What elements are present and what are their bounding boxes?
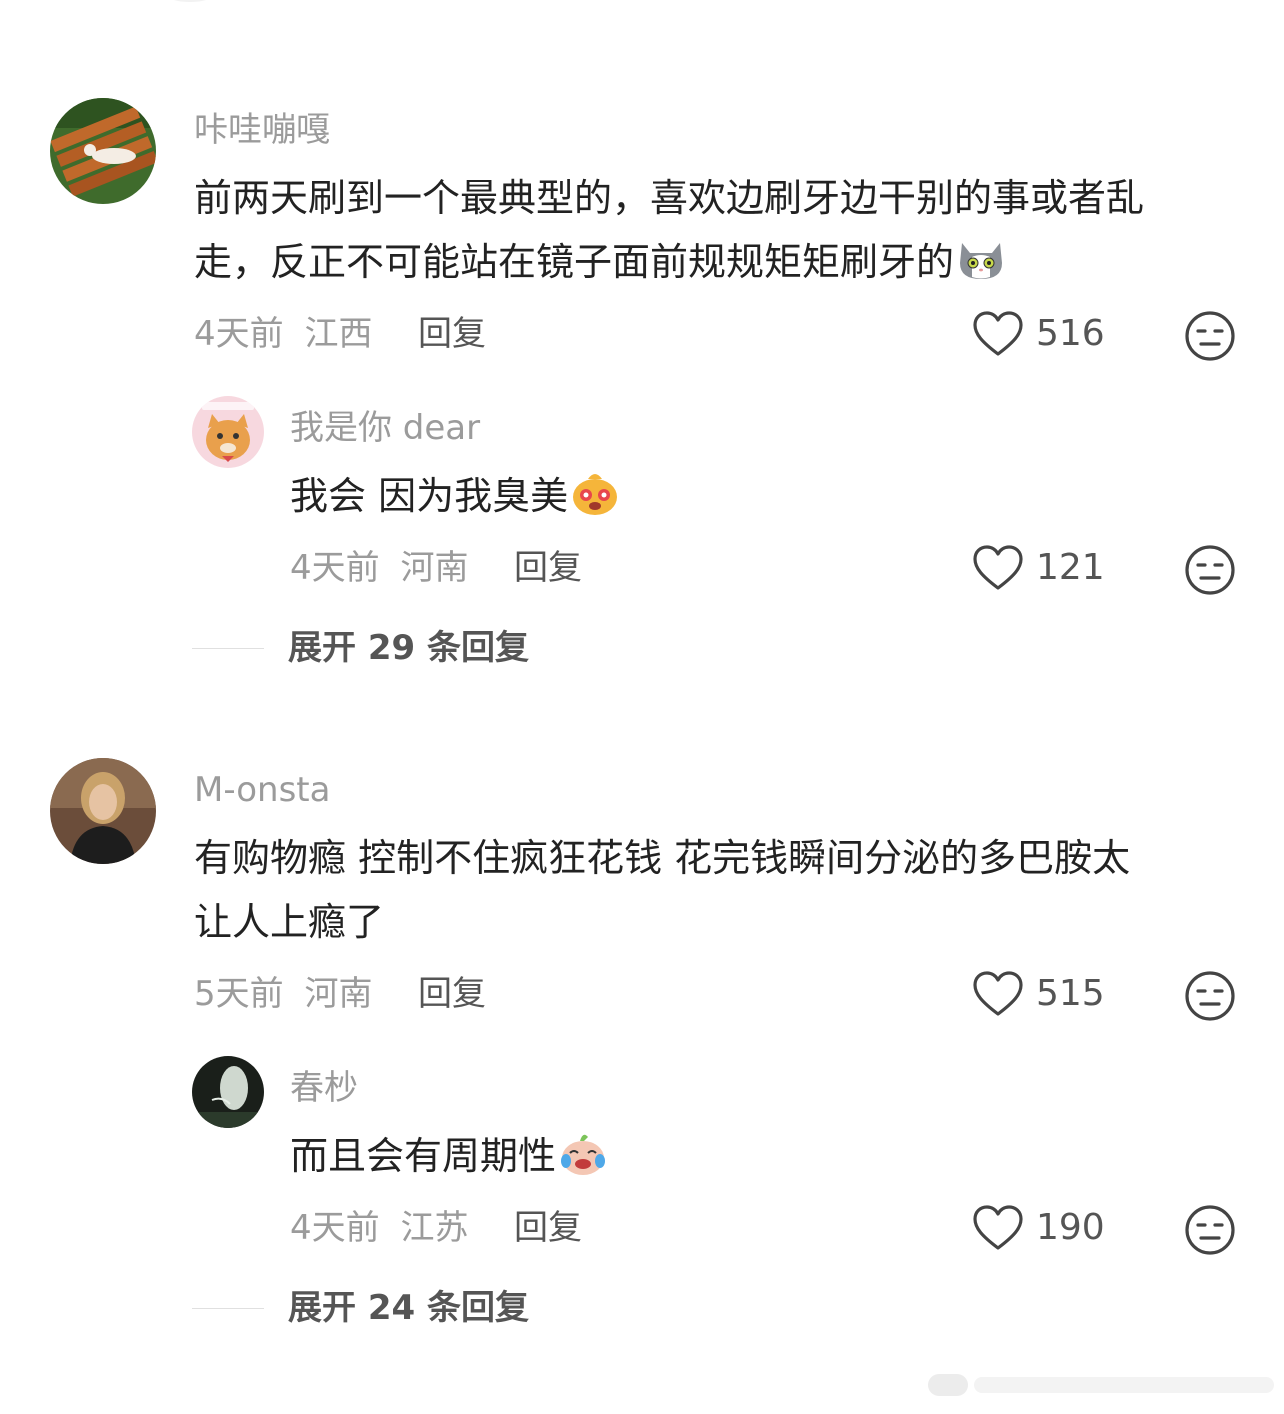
comment-location: 河南 bbox=[304, 974, 373, 1014]
reply-button[interactable]: 回复 bbox=[418, 972, 486, 1016]
reply-username[interactable]: 我是你 dear bbox=[290, 406, 480, 450]
reply-text: 而且会有周期性 bbox=[290, 1124, 608, 1188]
reply-location: 河南 bbox=[400, 548, 469, 588]
avatar[interactable] bbox=[50, 98, 156, 204]
reply-text: 我会 因为我臭美 bbox=[290, 464, 620, 528]
comment-text-line: 前两天刷到一个最典型的，喜欢边刷牙边干别的事或者乱 bbox=[194, 176, 1145, 220]
comment-location: 江西 bbox=[304, 314, 373, 354]
like-button[interactable]: 121 bbox=[972, 544, 1105, 592]
like-button[interactable]: 190 bbox=[972, 1204, 1105, 1252]
dislike-button[interactable] bbox=[1184, 970, 1236, 1022]
dislike-button[interactable] bbox=[1184, 544, 1236, 596]
reply-avatar[interactable] bbox=[192, 1056, 264, 1128]
comment-meta: 5天前 河南 bbox=[194, 972, 372, 1016]
comment-time: 4天前 bbox=[194, 314, 284, 354]
reply-username[interactable]: 春杪 bbox=[290, 1066, 358, 1110]
neutral-face-icon bbox=[1185, 311, 1235, 361]
reply-time: 4天前 bbox=[290, 1208, 380, 1248]
like-button[interactable]: 516 bbox=[972, 310, 1105, 358]
watermark bbox=[928, 1370, 1274, 1400]
laugh-cry-emoji bbox=[558, 1127, 608, 1177]
dislike-button[interactable] bbox=[1184, 310, 1236, 362]
expand-replies-label: 展开 24 条回复 bbox=[288, 1288, 529, 1328]
comment-meta: 4天前 江西 bbox=[194, 312, 372, 356]
reply-button[interactable]: 回复 bbox=[514, 546, 582, 590]
divider-line bbox=[192, 647, 264, 649]
comment-text: 有购物瘾 控制不住疯狂花钱 花完钱瞬间分泌的多巴胺太 让人上瘾了 bbox=[194, 826, 1130, 954]
reply-text-span: 而且会有周期性 bbox=[290, 1134, 557, 1178]
comment-username[interactable]: M-onsta bbox=[194, 768, 330, 812]
cat-face-emoji bbox=[956, 233, 1006, 283]
expand-replies-label: 展开 29 条回复 bbox=[288, 628, 529, 668]
reply-time: 4天前 bbox=[290, 548, 380, 588]
expand-replies-button[interactable]: 展开 24 条回复 bbox=[192, 1286, 529, 1330]
heart-outline-icon bbox=[973, 311, 1023, 356]
like-button[interactable]: 515 bbox=[972, 970, 1105, 1018]
neutral-face-icon bbox=[1185, 971, 1235, 1021]
neutral-face-icon bbox=[1185, 545, 1235, 595]
dislike-button[interactable] bbox=[1184, 1204, 1236, 1256]
watermark-bar bbox=[974, 1377, 1274, 1393]
comment-text-span: 走，反正不可能站在镜子面前规规矩矩刷牙的 bbox=[194, 240, 955, 284]
avatar[interactable] bbox=[50, 758, 156, 864]
comment-text-line: 有购物瘾 控制不住疯狂花钱 花完钱瞬间分泌的多巴胺太 bbox=[194, 836, 1131, 880]
reply-button[interactable]: 回复 bbox=[514, 1206, 582, 1250]
reply-location: 江苏 bbox=[400, 1208, 469, 1248]
comment-text-line: 让人上瘾了 bbox=[194, 900, 385, 944]
comment-text: 前两天刷到一个最典型的，喜欢边刷牙边干别的事或者乱 走，反正不可能站在镜子面前规… bbox=[194, 166, 1144, 294]
divider-line bbox=[192, 1307, 264, 1309]
reply-button[interactable]: 回复 bbox=[418, 312, 486, 356]
heart-outline-icon bbox=[973, 545, 1023, 590]
reply-avatar[interactable] bbox=[192, 396, 264, 468]
reply-meta: 4天前 河南 bbox=[290, 546, 468, 590]
comment-time: 5天前 bbox=[194, 974, 284, 1014]
like-count: 516 bbox=[1036, 313, 1105, 354]
heart-outline-icon bbox=[973, 971, 1023, 1016]
reply-meta: 4天前 江苏 bbox=[290, 1206, 468, 1250]
like-count: 190 bbox=[1036, 1207, 1105, 1248]
star-eyes-emoji bbox=[570, 467, 620, 517]
watermark-logo bbox=[928, 1374, 968, 1396]
comment-text-line: 走，反正不可能站在镜子面前规规矩矩刷牙的 bbox=[194, 230, 1144, 294]
previous-avatar-edge bbox=[170, 0, 210, 2]
reply-text-span: 我会 因为我臭美 bbox=[290, 474, 569, 518]
comment-username[interactable]: 咔哇嘣嘎 bbox=[194, 108, 330, 152]
neutral-face-icon bbox=[1185, 1205, 1235, 1255]
expand-replies-button[interactable]: 展开 29 条回复 bbox=[192, 626, 529, 670]
heart-outline-icon bbox=[973, 1205, 1023, 1250]
like-count: 121 bbox=[1036, 547, 1105, 588]
like-count: 515 bbox=[1036, 973, 1105, 1014]
